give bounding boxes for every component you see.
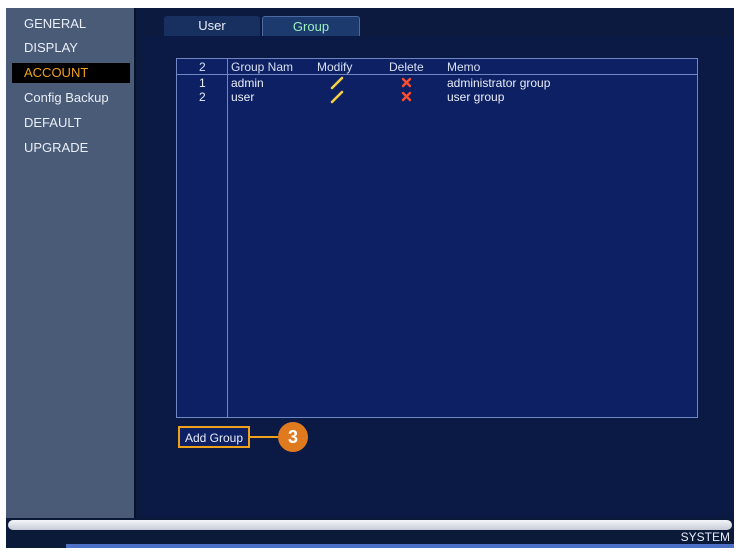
row-memo: user group bbox=[447, 90, 505, 104]
sidebar-item-upgrade[interactable]: UPGRADE bbox=[12, 138, 130, 158]
x-icon[interactable] bbox=[399, 76, 415, 90]
system-window: GENERAL DISPLAY ACCOUNT Config Backup DE… bbox=[6, 8, 734, 548]
x-icon[interactable] bbox=[399, 90, 415, 104]
header-modify: Modify bbox=[317, 60, 353, 74]
header-memo: Memo bbox=[447, 60, 481, 74]
row-group-name: admin bbox=[231, 76, 264, 90]
row-group-name: user bbox=[231, 90, 255, 104]
pencil-icon[interactable] bbox=[329, 90, 345, 104]
sidebar: GENERAL DISPLAY ACCOUNT Config Backup DE… bbox=[6, 8, 134, 518]
table-count: 2 bbox=[199, 60, 206, 74]
tab-group[interactable]: Group bbox=[262, 16, 360, 36]
row-index: 2 bbox=[199, 90, 206, 104]
tab-user[interactable]: User bbox=[164, 16, 260, 36]
table-row[interactable]: 1 admin administrator group bbox=[177, 76, 697, 90]
sidebar-item-display[interactable]: DISPLAY bbox=[12, 38, 130, 58]
callout-marker: 3 bbox=[278, 422, 308, 452]
add-group-button[interactable]: Add Group bbox=[178, 426, 250, 448]
row-memo: administrator group bbox=[447, 76, 551, 90]
sidebar-item-default[interactable]: DEFAULT bbox=[12, 113, 130, 133]
footer: SYSTEM bbox=[6, 518, 734, 548]
table-header: 2 Group Nam Modify Delete Memo bbox=[177, 59, 697, 75]
callout-line bbox=[250, 436, 278, 438]
header-delete: Delete bbox=[389, 60, 424, 74]
sidebar-item-config-backup[interactable]: Config Backup bbox=[12, 88, 130, 108]
bottom-strip bbox=[66, 544, 734, 548]
tab-strip: User Group bbox=[136, 8, 734, 36]
pencil-icon[interactable] bbox=[329, 76, 345, 90]
group-panel: 2 Group Nam Modify Delete Memo 1 admin a… bbox=[144, 36, 734, 518]
table-column-divider bbox=[227, 59, 228, 417]
footer-bar bbox=[8, 520, 732, 530]
system-label: SYSTEM bbox=[680, 530, 730, 544]
sidebar-item-general[interactable]: GENERAL bbox=[12, 14, 130, 34]
row-index: 1 bbox=[199, 76, 206, 90]
header-group-name: Group Nam bbox=[231, 60, 294, 74]
table-row[interactable]: 2 user user group bbox=[177, 90, 697, 104]
sidebar-item-account[interactable]: ACCOUNT bbox=[12, 63, 130, 83]
content-area: User Group 2 Group Nam Modify Delete Mem… bbox=[136, 8, 734, 518]
group-table: 2 Group Nam Modify Delete Memo 1 admin a… bbox=[176, 58, 698, 418]
